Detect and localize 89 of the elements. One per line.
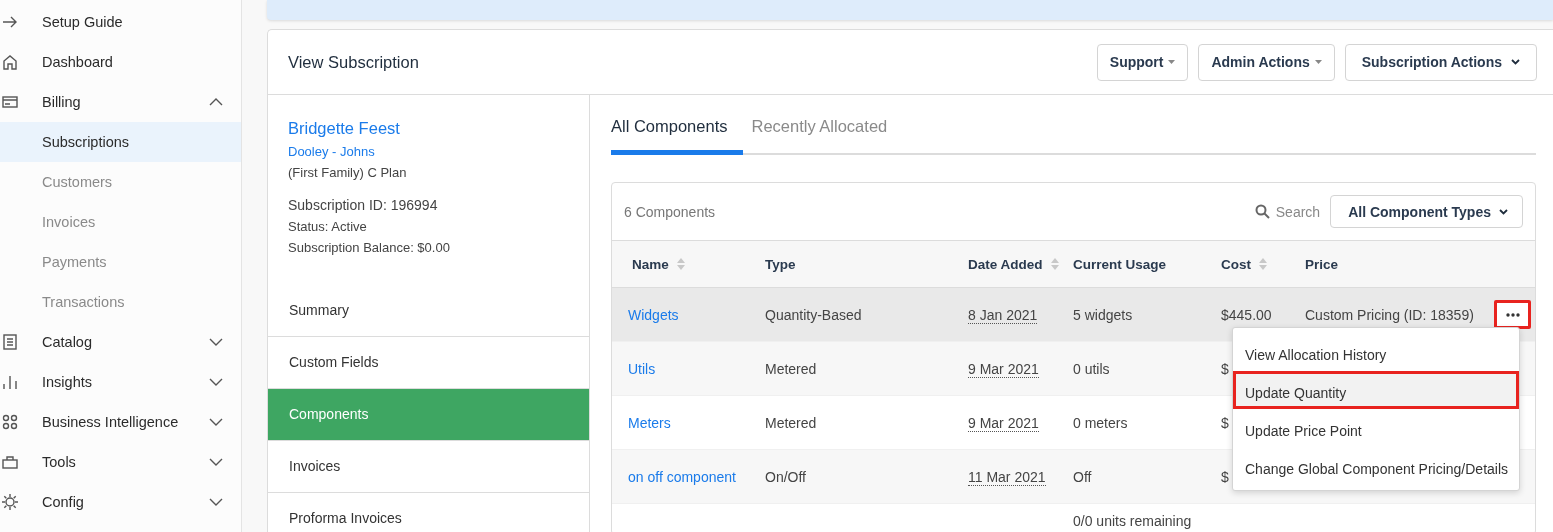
sidebar-label: Business Intelligence — [42, 414, 180, 430]
table-cell: Off — [1073, 468, 1092, 485]
table-cell: 9 Mar 2021 — [968, 360, 1039, 378]
doc-icon — [1, 333, 19, 351]
chevron-icon — [209, 98, 223, 106]
table-cell: 0 meters — [1073, 414, 1128, 431]
chevron-down-icon — [1499, 208, 1508, 215]
menu-item[interactable]: View Allocation History — [1233, 333, 1519, 371]
sort-icon[interactable] — [1050, 258, 1059, 270]
sidebar-item[interactable]: Config — [0, 482, 241, 522]
menu-item[interactable]: Update Quantity — [1233, 371, 1519, 409]
sidebar-item[interactable]: Business Intelligence — [0, 402, 241, 442]
column-header[interactable]: Date Added — [968, 256, 1059, 272]
sidebar-item[interactable]: Insights — [0, 362, 241, 402]
sidebar-label: Catalog — [42, 334, 93, 350]
table-cell: $ — [1221, 468, 1229, 485]
sidebar-label: Dashboard — [42, 54, 114, 70]
sidebar-item[interactable]: Billing — [0, 82, 241, 122]
menu-item[interactable]: Change Global Component Pricing/Details — [1233, 447, 1519, 485]
subscription-id: Subscription ID: 196994 — [288, 197, 439, 213]
table-cell: 0 utils — [1073, 360, 1110, 377]
dropdown-button[interactable]: Subscription Actions — [1344, 43, 1537, 81]
sidebar-item[interactable]: Dashboard — [0, 42, 241, 82]
sidebar-label: Insights — [42, 374, 93, 390]
company-link[interactable]: Dooley - Johns — [288, 144, 569, 159]
bars-icon — [1, 373, 19, 391]
subscription-status: Status: Active — [288, 219, 368, 234]
home-icon — [1, 53, 19, 71]
sidebar-subitem[interactable]: Subscriptions — [0, 122, 241, 162]
caret-icon — [1168, 60, 1176, 64]
table-cell: 0/0 units remaining — [1073, 513, 1192, 529]
chevron-icon — [209, 418, 223, 426]
nodes-icon — [1, 413, 19, 431]
chevron-icon — [209, 338, 223, 346]
table-cell: $ — [1221, 414, 1229, 431]
sidebar-label: Billing — [42, 94, 82, 110]
card-icon — [1, 93, 19, 111]
table-cell: $ — [1221, 360, 1229, 377]
sidebar-label: Setup Guide — [42, 14, 124, 30]
table-cell: Custom Pricing (ID: 18359) — [1305, 306, 1474, 323]
column-header: Current Usage — [1073, 256, 1167, 272]
chevron-icon — [209, 458, 223, 466]
component-name-link[interactable]: Meters — [628, 414, 671, 431]
sort-icon[interactable] — [676, 258, 685, 270]
chevron-icon — [209, 378, 223, 386]
case-icon — [1, 453, 19, 471]
sidebar-item[interactable]: Setup Guide — [0, 2, 241, 42]
subscription-balance: Subscription Balance: $0.00 — [288, 240, 451, 255]
table-cell: On/Off — [765, 468, 806, 485]
column-header: Type — [765, 256, 796, 272]
chevron-down-icon — [1511, 59, 1520, 65]
type-filter-dropdown[interactable]: All Component Types — [1330, 195, 1523, 228]
dropdown-button[interactable]: Support — [1096, 43, 1189, 81]
dropdown-button[interactable]: Admin Actions — [1198, 43, 1335, 81]
table-cell: $445.00 — [1221, 306, 1272, 323]
component-name-link[interactable]: on off component — [628, 468, 736, 485]
plan-name: (First Family) C Plan — [288, 165, 408, 180]
tab[interactable]: All Components — [611, 113, 744, 155]
more-icon — [1505, 312, 1520, 317]
table-cell: 5 widgets — [1073, 306, 1133, 323]
page-title: View Subscription — [288, 52, 419, 72]
subscription-nav-item[interactable]: Proforma Invoices — [268, 493, 589, 532]
component-count: 6 Components — [624, 203, 717, 220]
search-icon — [1254, 204, 1270, 219]
table-cell: 11 Mar 2021 — [968, 468, 1046, 486]
customer-name-link[interactable]: Bridgette Feest — [288, 117, 569, 139]
subscription-nav-item[interactable]: Invoices — [268, 441, 589, 493]
menu-item[interactable]: Update Price Point — [1233, 409, 1519, 447]
sort-icon[interactable] — [1259, 258, 1267, 270]
caret-icon — [1314, 60, 1322, 64]
table-cell: 8 Jan 2021 — [968, 306, 1038, 324]
more-button[interactable] — [1494, 300, 1531, 329]
table-cell: Metered — [765, 360, 817, 377]
gear-icon — [1, 493, 19, 511]
sidebar-item[interactable]: Tools — [0, 442, 241, 482]
search-field[interactable]: Search — [1254, 203, 1321, 220]
column-header[interactable]: Cost — [1221, 256, 1267, 272]
table-cell: Metered — [765, 414, 817, 431]
table-cell: Quantity-Based — [765, 306, 862, 323]
chevron-icon — [209, 498, 223, 506]
sidebar-label: Config — [42, 494, 85, 510]
column-header: Price — [1305, 256, 1339, 272]
component-name-link[interactable]: Utils — [628, 360, 656, 377]
subscription-nav-item[interactable]: Summary — [268, 285, 589, 337]
column-header[interactable]: Name — [632, 256, 685, 272]
tab[interactable]: Recently Allocated — [751, 113, 888, 155]
sidebar-label: Tools — [42, 454, 77, 470]
table-cell: 9 Mar 2021 — [968, 414, 1039, 432]
sidebar-item[interactable]: Catalog — [0, 322, 241, 362]
